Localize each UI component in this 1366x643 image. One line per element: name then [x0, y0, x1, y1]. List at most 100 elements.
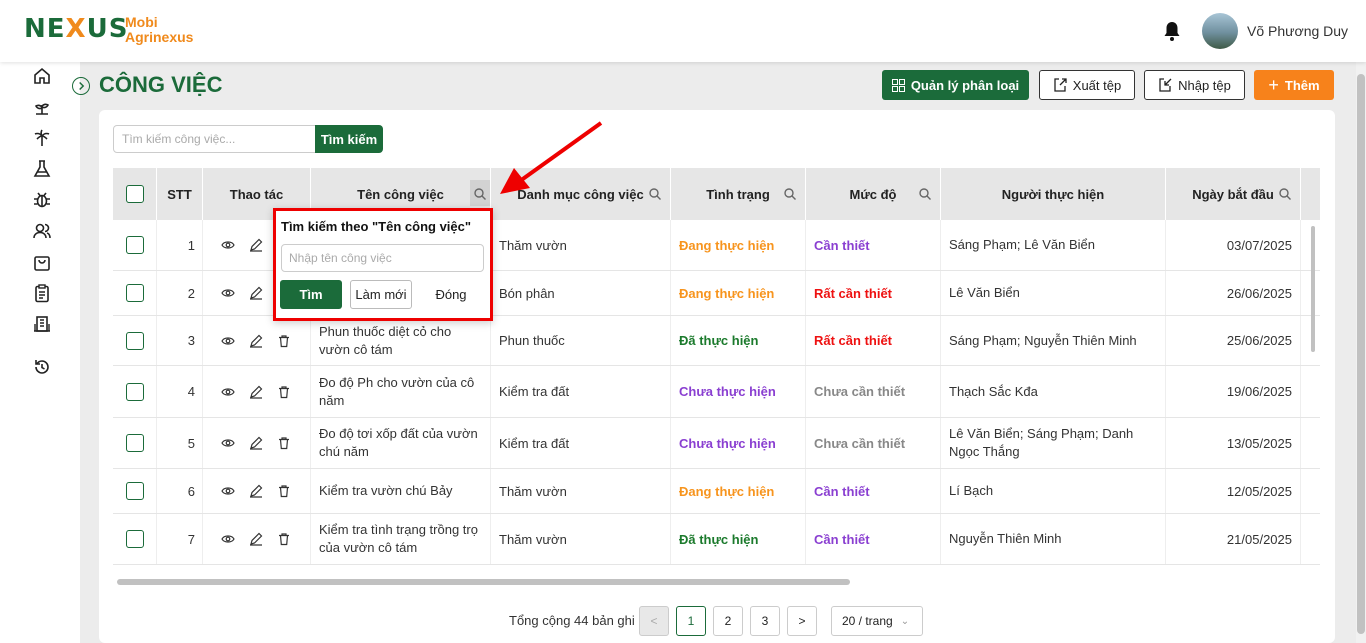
page-scrollbar-thumb[interactable]: [1357, 74, 1365, 634]
row-assignees: Thạch Sắc Kđa: [941, 366, 1166, 417]
header-stt-label: STT: [167, 186, 192, 202]
row-level: Cần thiết: [806, 514, 941, 564]
delete-icon[interactable]: [277, 484, 291, 498]
row-checkbox[interactable]: [125, 434, 144, 452]
row-checkbox[interactable]: [125, 482, 144, 500]
row-category: Thăm vườn: [491, 220, 671, 270]
row-checkbox[interactable]: [125, 236, 144, 254]
bug-icon[interactable]: [32, 190, 52, 210]
page-1-button[interactable]: 1: [676, 606, 706, 636]
table-row[interactable]: 6 Kiểm tra vườn chú Bảy Thăm vườn Đang thực…: [113, 469, 1320, 514]
users-icon[interactable]: [32, 221, 52, 241]
row-select-cell: [113, 220, 157, 270]
select-all-checkbox[interactable]: [125, 185, 144, 203]
import-button[interactable]: Nhập tệp: [1144, 70, 1245, 100]
view-icon[interactable]: [221, 484, 235, 498]
row-assignees: Lê Văn Biển; Sáng Phạm; Danh Ngọc Thắng: [941, 418, 1166, 468]
row-status: Đang thực hiện: [671, 271, 806, 315]
page-2-button[interactable]: 2: [713, 606, 743, 636]
building-icon[interactable]: [32, 314, 52, 334]
row-checkbox[interactable]: [125, 530, 144, 548]
row-level: Cần thiết: [806, 220, 941, 270]
row-checkbox[interactable]: [125, 382, 144, 401]
bell-icon[interactable]: [1162, 20, 1182, 42]
edit-icon[interactable]: [249, 238, 263, 252]
delete-icon[interactable]: [277, 334, 291, 348]
edit-icon[interactable]: [249, 436, 263, 450]
view-icon[interactable]: [221, 334, 235, 348]
edit-icon[interactable]: [249, 484, 263, 498]
username[interactable]: Võ Phương Duy: [1247, 23, 1348, 39]
prev-page-button[interactable]: <: [639, 606, 669, 636]
add-label: Thêm: [1284, 77, 1320, 93]
row-task-name: Đo độ Ph cho vườn của cô năm: [311, 366, 491, 417]
row-category: Thăm vườn: [491, 469, 671, 513]
search-icon[interactable]: [783, 187, 797, 201]
next-page-button[interactable]: >: [787, 606, 817, 636]
horizontal-scrollbar[interactable]: [117, 579, 850, 585]
clipboard-icon[interactable]: [32, 283, 52, 303]
history-icon[interactable]: [32, 357, 52, 377]
popup-close-button[interactable]: Đóng: [420, 280, 482, 309]
table-row[interactable]: 3 Phun thuốc diệt cỏ cho vườn cô tám Phun …: [113, 316, 1320, 366]
export-button[interactable]: Xuất tệp: [1039, 70, 1135, 100]
table-row[interactable]: 5 Đo độ tơi xốp đất của vườn chú năm Kiểm …: [113, 418, 1320, 469]
shopping-bag-icon[interactable]: [32, 252, 52, 272]
popup-reset-button[interactable]: Làm mới: [350, 280, 412, 309]
popup-search-button[interactable]: Tìm: [280, 280, 342, 309]
search-button[interactable]: Tìm kiếm: [315, 125, 383, 153]
delete-icon[interactable]: [277, 385, 291, 399]
delete-icon[interactable]: [277, 532, 291, 546]
flask-icon[interactable]: [32, 159, 52, 179]
palm-tree-icon[interactable]: [32, 128, 52, 148]
row-checkbox[interactable]: [125, 284, 144, 302]
row-status: Đã thực hiện: [671, 514, 806, 564]
delete-icon[interactable]: [277, 436, 291, 450]
search-icon[interactable]: [473, 187, 487, 201]
home-icon[interactable]: [32, 66, 52, 86]
row-status: Chưa thực hiện: [671, 366, 806, 417]
table-row[interactable]: 4 Đo độ Ph cho vườn của cô năm Kiểm tra đấ…: [113, 366, 1320, 418]
header-status: Tình trạng: [671, 168, 806, 220]
table-scrollbar-v[interactable]: [1311, 226, 1315, 352]
row-status: Chưa thực hiện: [671, 418, 806, 468]
row-assignees: Nguyễn Thiên Minh: [941, 514, 1166, 564]
annotation-arrow: [500, 121, 603, 194]
popup-search-input[interactable]: Nhập tên công việc: [281, 244, 484, 272]
table-row[interactable]: 7 Kiểm tra tình trạng trồng trọ của vườn …: [113, 514, 1320, 565]
view-icon[interactable]: [221, 385, 235, 399]
edit-icon[interactable]: [249, 385, 263, 399]
header-select-all: [113, 168, 157, 220]
page-3-button[interactable]: 3: [750, 606, 780, 636]
view-icon[interactable]: [221, 238, 235, 252]
export-label: Xuất tệp: [1072, 77, 1122, 93]
row-checkbox[interactable]: [125, 331, 144, 350]
view-icon[interactable]: [221, 532, 235, 546]
manage-categories-button[interactable]: Quản lý phân loại: [882, 70, 1029, 100]
search-icon[interactable]: [648, 187, 662, 201]
chevron-right-icon[interactable]: [72, 77, 90, 95]
edit-icon[interactable]: [249, 334, 263, 348]
page-scrollbar[interactable]: [1356, 62, 1366, 643]
grid-icon: [891, 78, 905, 92]
page-title: CÔNG VIỆC: [99, 72, 223, 97]
edit-icon[interactable]: [249, 532, 263, 546]
search-input[interactable]: Tìm kiếm công việc...: [113, 125, 316, 153]
avatar[interactable]: [1202, 13, 1238, 49]
row-start-date: 12/05/2025: [1166, 469, 1301, 513]
search-icon[interactable]: [918, 187, 932, 201]
edit-icon[interactable]: [249, 286, 263, 300]
nexus-logo[interactable]: NEXUS: [24, 14, 128, 44]
page-size-select[interactable]: 20 / trang ⌄: [831, 606, 923, 636]
view-icon[interactable]: [221, 286, 235, 300]
search-icon[interactable]: [1278, 187, 1292, 201]
sidebar: [0, 62, 80, 643]
plant-icon[interactable]: [32, 97, 52, 117]
add-button[interactable]: + Thêm: [1254, 70, 1334, 100]
row-task-name: Phun thuốc diệt cỏ cho vườn cô tám: [311, 316, 491, 365]
view-icon[interactable]: [221, 436, 235, 450]
row-select-cell: [113, 418, 157, 468]
row-assignees: Sáng Phạm; Lê Văn Biển: [941, 220, 1166, 270]
row-start-date: 25/06/2025: [1166, 316, 1301, 365]
row-actions: [203, 366, 311, 417]
